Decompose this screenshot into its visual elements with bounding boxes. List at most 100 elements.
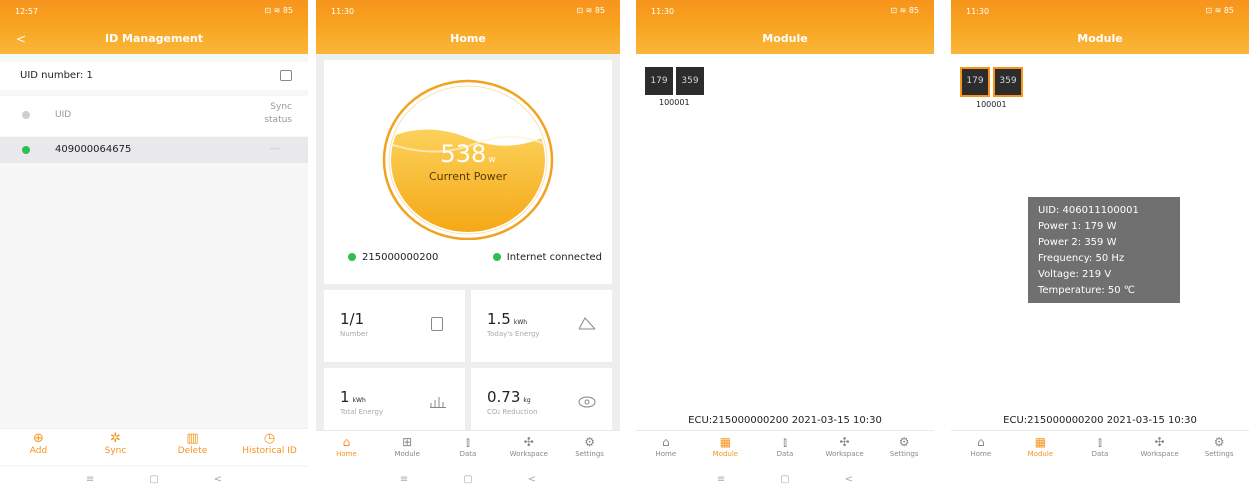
nav-data[interactable]: ⫾ Data — [1070, 431, 1130, 467]
total-value: 1 kWh — [340, 388, 366, 406]
back-icon[interactable]: < — [845, 467, 853, 492]
home-square-icon[interactable]: ▢ — [463, 467, 472, 492]
gear-icon: ⚙ — [898, 435, 910, 449]
nav-data[interactable]: ⫾ Data — [755, 431, 815, 467]
nav-home[interactable]: ⌂ Home — [636, 431, 696, 467]
module-panel-2[interactable]: 359 — [993, 67, 1023, 97]
home-square-icon[interactable]: ▢ — [780, 467, 789, 492]
power-number: 538 — [440, 140, 487, 168]
co2-label: CO₂ Reduction — [487, 408, 538, 416]
nav-settings-label: Settings — [889, 450, 919, 458]
number-value: 1/1 — [340, 310, 365, 328]
col-uid-header: UID — [55, 110, 72, 120]
tile-number[interactable]: 1/1 Number — [324, 290, 465, 362]
header-dot — [22, 111, 30, 119]
gear-icon: ⚙ — [1213, 435, 1225, 449]
nav-module[interactable]: ⊞ Module — [377, 431, 438, 467]
curve-icon — [578, 317, 596, 330]
module-panel-1[interactable]: 179 — [960, 67, 990, 97]
system-nav-bar: ≡ ▢ < — [636, 467, 934, 492]
back-icon[interactable]: < — [528, 467, 536, 492]
gear-icon: ⚙ — [584, 435, 595, 449]
grid-icon: ▦ — [1034, 435, 1047, 449]
bar-chart-icon: ⫾ — [783, 435, 787, 449]
home-icon: ⌂ — [976, 435, 985, 449]
bottom-nav: ⌂ Home ▦ Module ⫾ Data ✣ Workspace ⚙ Settings — [951, 430, 1249, 467]
system-nav-bar — [951, 467, 1249, 492]
nav-module[interactable]: ▦ Module — [1011, 431, 1071, 467]
row-dot — [22, 146, 30, 154]
nav-workspace[interactable]: ✣ Workspace — [498, 431, 559, 467]
nav-workspace-label: Workspace — [1140, 450, 1179, 458]
nav-settings-label: Settings — [575, 450, 604, 458]
co2-number: 0.73 — [487, 388, 521, 406]
historical-id-button[interactable]: ◷ Historical ID — [231, 429, 308, 465]
nav-data[interactable]: ⫾ Data — [438, 431, 499, 467]
status-time: 11:30 — [966, 7, 990, 16]
leaf-icon — [578, 396, 596, 408]
status-time: 11:30 — [331, 7, 355, 16]
nav-workspace[interactable]: ✣ Workspace — [815, 431, 875, 467]
tile-today-energy[interactable]: 1.5 kWh Today's Energy — [471, 290, 612, 362]
plus-circle-icon: ⊕ — [33, 431, 44, 446]
nav-workspace[interactable]: ✣ Workspace — [1130, 431, 1190, 467]
menu-icon[interactable]: ≡ — [717, 467, 725, 492]
module-screen: 11:30 ⊡ ≋ 85 Module 179 359 100001 ECU:2… — [636, 0, 934, 492]
internet-dot — [492, 253, 501, 261]
status-time: 12:57 — [15, 7, 39, 16]
sync-button[interactable]: ✲ Sync — [77, 429, 154, 465]
module-id: 100001 — [659, 98, 690, 107]
sim-icon[interactable] — [280, 70, 292, 81]
home-screen: 11:30 ⊡ ≋ 85 Home 538 W Current Power 215… — [316, 0, 620, 492]
delete-button[interactable]: ▥ Delete — [154, 429, 231, 465]
nav-module[interactable]: ▦ Module — [696, 431, 756, 467]
menu-icon[interactable]: ≡ — [86, 467, 94, 492]
page-title: Module — [1077, 32, 1123, 45]
nav-home[interactable]: ⌂ Home — [316, 431, 377, 467]
ecu-footer: ECU:215000000200 2021-03-15 10:30 — [688, 415, 882, 426]
nav-home[interactable]: ⌂ Home — [951, 431, 1011, 467]
workspace-icon: ✣ — [839, 435, 850, 449]
table-row[interactable]: 409000064675 --- — [0, 137, 308, 163]
today-label: Today's Energy — [487, 330, 540, 338]
ecu-dot — [348, 253, 356, 261]
nav-settings[interactable]: ⚙ Settings — [1189, 431, 1249, 467]
ecu-footer: ECU:215000000200 2021-03-15 10:30 — [1003, 415, 1197, 426]
home-icon: ⌂ — [342, 435, 351, 449]
back-arrow-icon[interactable]: < — [16, 24, 26, 54]
trash-icon: ▥ — [186, 431, 199, 446]
number-label: Number — [340, 330, 369, 338]
module-panel-2[interactable]: 359 — [676, 67, 704, 95]
nav-settings[interactable]: ⚙ Settings — [874, 431, 934, 467]
current-power-value: 538 W — [324, 140, 612, 168]
power-unit: W — [488, 155, 496, 165]
add-button[interactable]: ⊕ Add — [0, 429, 77, 465]
title-bar: < ID Management — [0, 24, 308, 54]
bar-chart-icon: ⫾ — [466, 435, 470, 449]
sync-label: Sync — [104, 446, 127, 456]
home-square-icon[interactable]: ▢ — [149, 467, 158, 492]
status-icons: ⊡ ≋ 85 — [576, 6, 605, 15]
nav-module-label: Module — [1027, 450, 1054, 458]
uid-number-row: UID number: 1 — [0, 62, 308, 90]
nav-data-label: Data — [459, 450, 477, 458]
module-id: 100001 — [976, 100, 1007, 109]
add-label: Add — [29, 446, 48, 456]
tooltip-voltage: Voltage: 219 V — [1038, 269, 1112, 280]
nav-data-label: Data — [1091, 450, 1109, 458]
nav-workspace-label: Workspace — [825, 450, 864, 458]
nav-settings[interactable]: ⚙ Settings — [559, 431, 620, 467]
nav-settings-label: Settings — [1204, 450, 1234, 458]
bar-chart-icon: ⫾ — [1098, 435, 1102, 449]
nav-data-label: Data — [776, 450, 794, 458]
co2-unit: kg — [523, 397, 531, 404]
total-unit: kWh — [352, 397, 366, 404]
back-icon[interactable]: < — [214, 467, 222, 492]
module-detail-screen: 11:30 ⊡ ≋ 85 Module 179 359 100001 UID: … — [951, 0, 1249, 492]
menu-icon[interactable]: ≡ — [400, 467, 408, 492]
status-icons: ⊡ ≋ 85 — [1205, 6, 1234, 15]
today-number: 1.5 — [487, 310, 511, 328]
module-panel-1[interactable]: 179 — [645, 67, 673, 95]
nav-home-label: Home — [655, 450, 677, 458]
uid-number-label: UID number: 1 — [20, 70, 93, 81]
